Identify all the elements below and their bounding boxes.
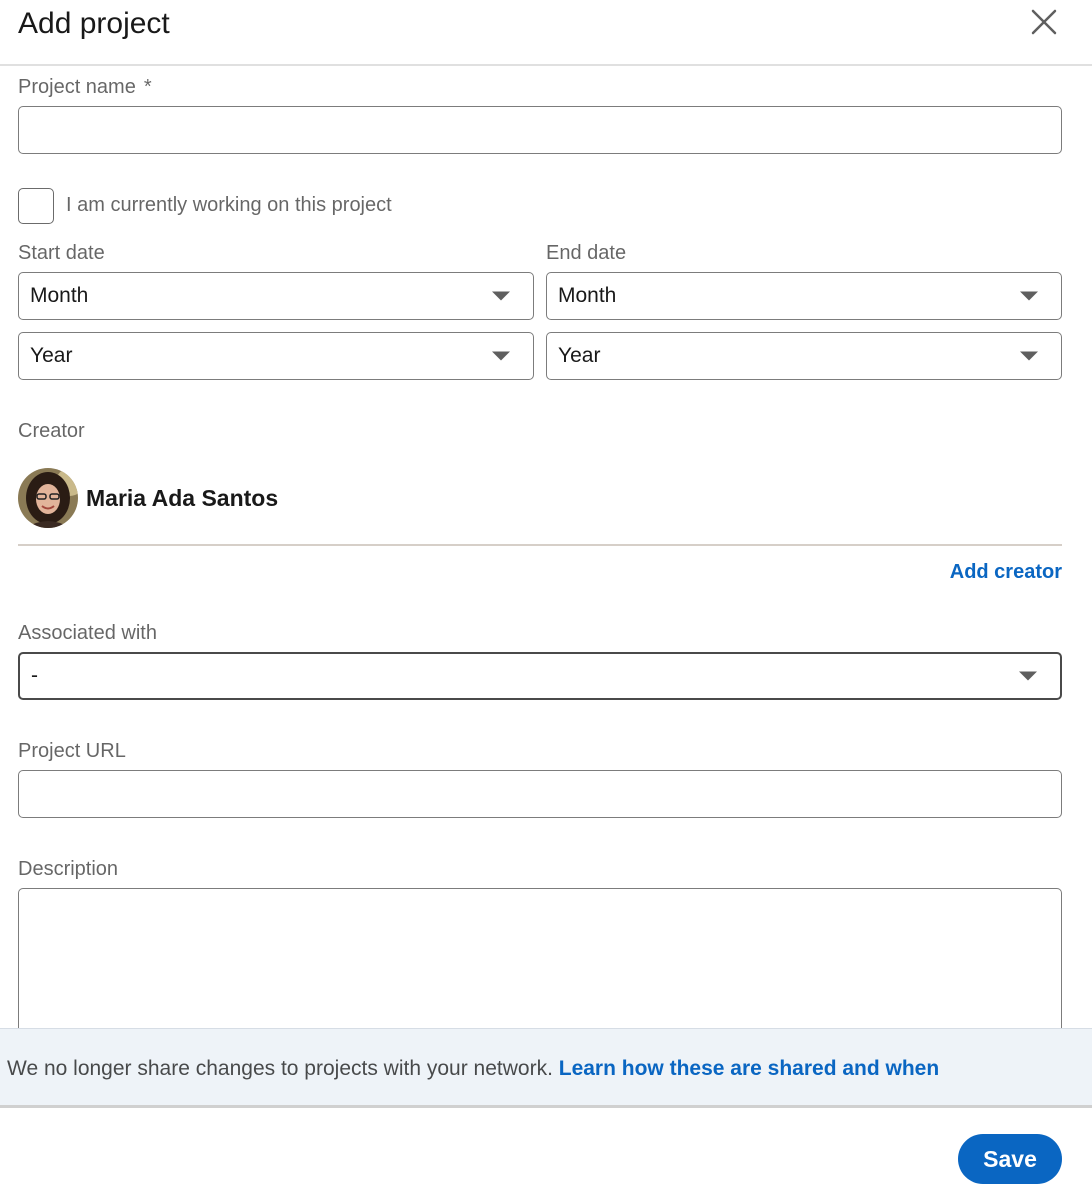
add-creator-button[interactable]: Add creator xyxy=(950,559,1062,585)
chevron-down-icon xyxy=(492,351,510,361)
chevron-down-icon xyxy=(1019,671,1037,681)
end-year-value: Year xyxy=(558,344,601,367)
description-label: Description xyxy=(18,858,119,880)
project-url-input[interactable] xyxy=(18,770,1062,818)
required-marker: * xyxy=(143,76,152,98)
share-notice: We no longer share changes to projects w… xyxy=(0,1028,1092,1108)
start-year-value: Year xyxy=(30,344,73,367)
dialog-title: Add project xyxy=(18,7,170,40)
close-icon xyxy=(1031,9,1057,35)
associated-with-value: - xyxy=(31,664,38,687)
project-name-input[interactable] xyxy=(18,106,1062,154)
end-month-select[interactable]: Month xyxy=(546,272,1062,320)
creator-divider xyxy=(18,544,1062,546)
save-button[interactable]: Save xyxy=(958,1134,1062,1184)
project-name-label: Project name * xyxy=(18,76,152,98)
end-year-select[interactable]: Year xyxy=(546,332,1062,380)
end-month-value: Month xyxy=(558,284,617,307)
avatar xyxy=(18,468,78,528)
currently-working-label: I am currently working on this project xyxy=(66,194,392,216)
creator-name: Maria Ada Santos xyxy=(86,485,279,511)
end-date-label: End date xyxy=(546,242,627,264)
notice-text: We no longer share changes to projects w… xyxy=(7,1057,553,1080)
close-button[interactable] xyxy=(1024,2,1064,42)
start-date-label: Start date xyxy=(18,242,105,264)
chevron-down-icon xyxy=(1020,291,1038,301)
start-year-select[interactable]: Year xyxy=(18,332,534,380)
start-month-value: Month xyxy=(30,284,89,307)
currently-working-checkbox[interactable] xyxy=(18,188,54,224)
chevron-down-icon xyxy=(492,291,510,301)
associated-with-select[interactable]: - xyxy=(18,652,1062,700)
project-url-label: Project URL xyxy=(18,740,126,762)
chevron-down-icon xyxy=(1020,351,1038,361)
learn-more-link[interactable]: Learn how these are shared and when xyxy=(559,1057,939,1080)
creator-label: Creator xyxy=(18,420,85,442)
associated-with-label: Associated with xyxy=(18,622,157,644)
start-month-select[interactable]: Month xyxy=(18,272,534,320)
dialog-header: Add project xyxy=(0,0,1092,66)
